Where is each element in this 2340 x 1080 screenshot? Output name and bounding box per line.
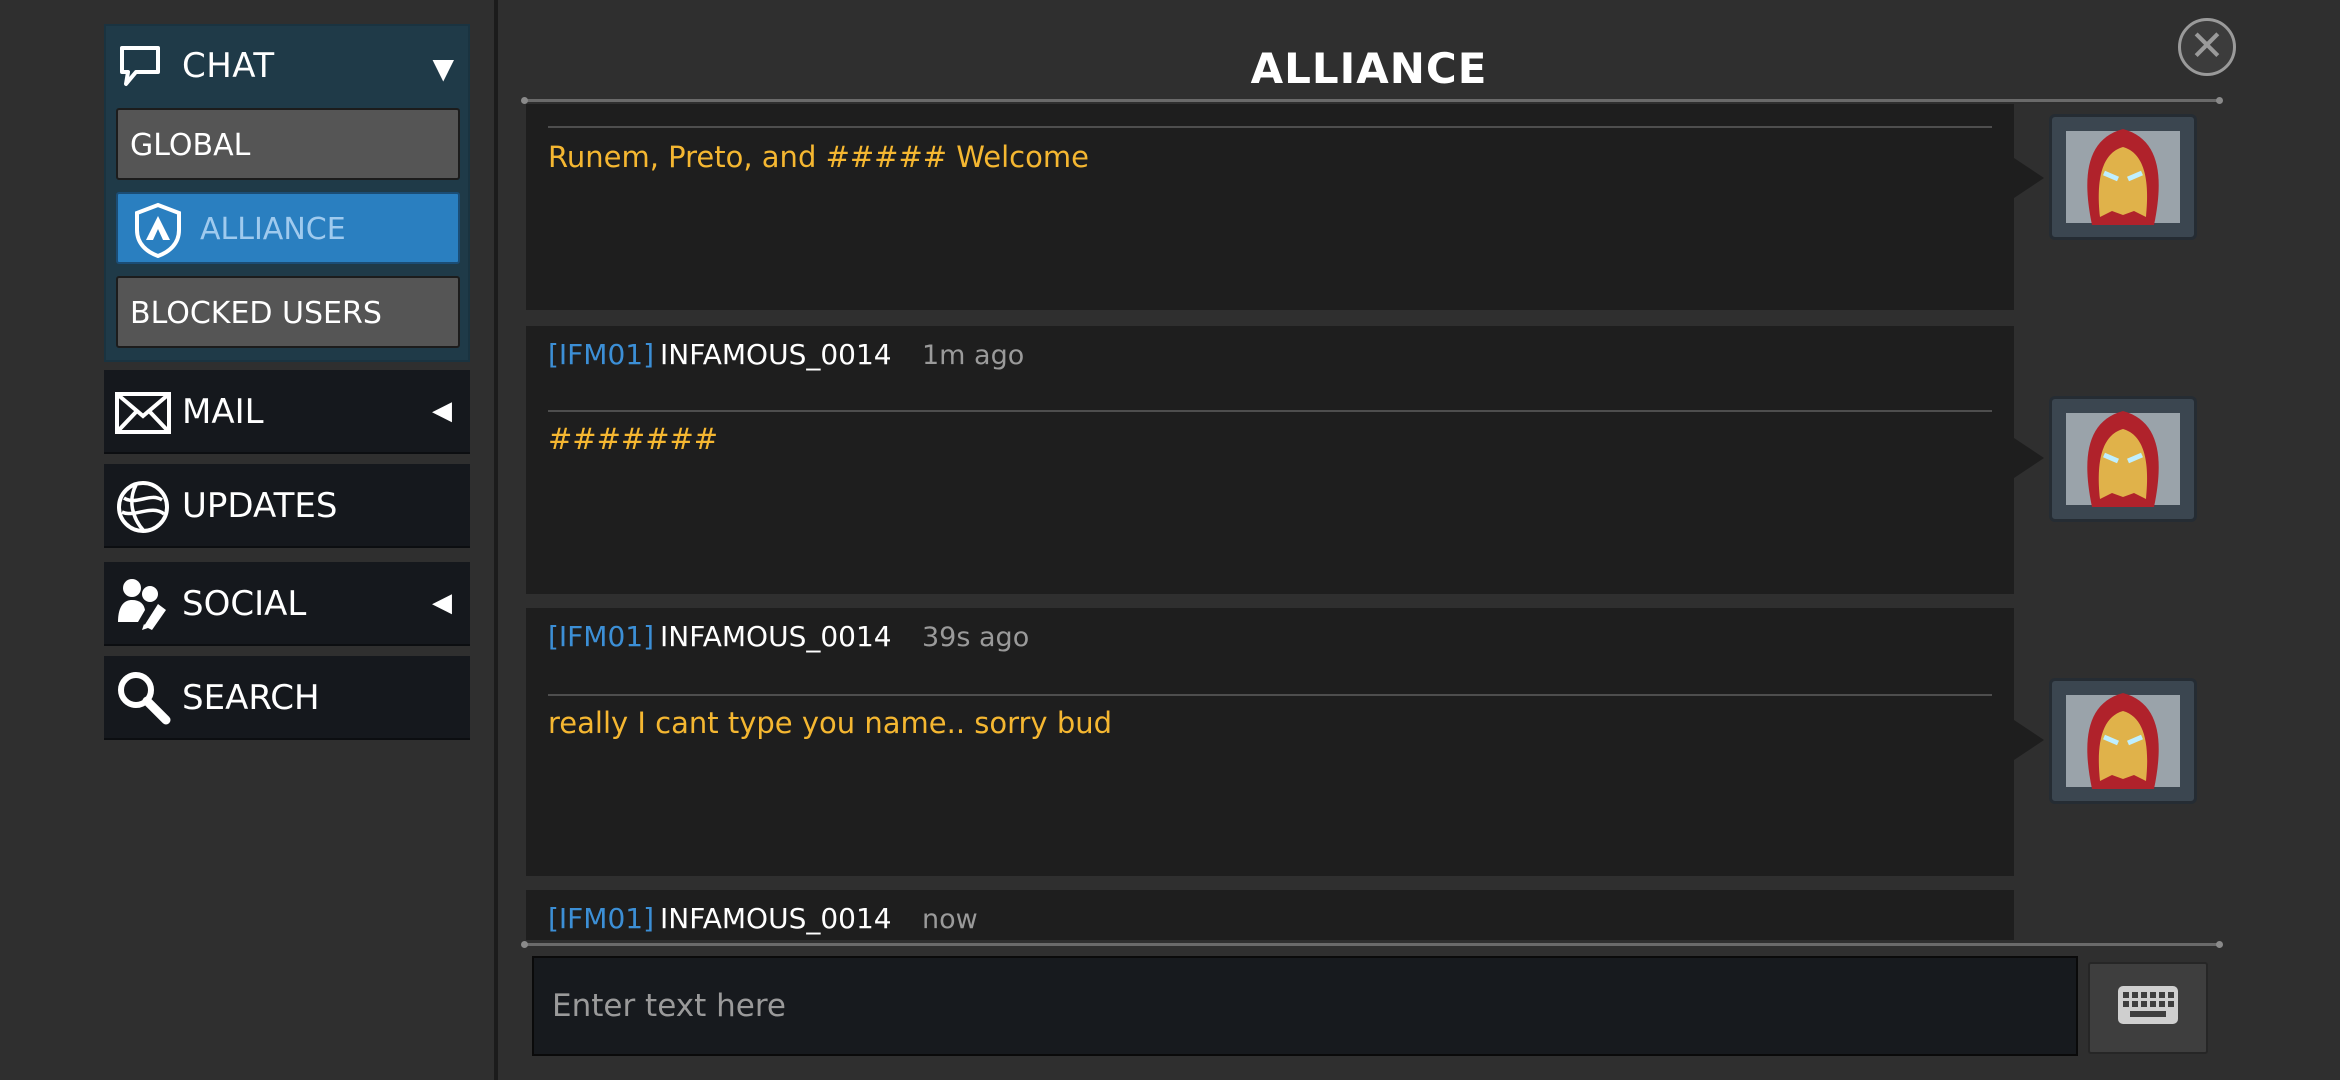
sidebar-divider	[494, 0, 498, 1080]
chat-global-button[interactable]: GLOBAL	[116, 108, 460, 180]
alliance-tag[interactable]: [IFM01]	[548, 338, 654, 371]
composer-divider	[521, 941, 2223, 948]
chat-alliance-label: ALLIANCE	[200, 212, 346, 247]
chevron-down-icon: ▼	[432, 52, 454, 85]
iron-man-avatar[interactable]	[2049, 114, 2197, 240]
timestamp: 1m ago	[922, 340, 1025, 371]
chat-global-label: GLOBAL	[130, 128, 251, 163]
username[interactable]: INFAMOUS_0014	[660, 902, 892, 935]
message-pointer	[2014, 158, 2044, 198]
message-pointer	[2014, 438, 2044, 478]
timestamp: 39s ago	[922, 622, 1030, 653]
close-icon[interactable]: ✕	[2178, 18, 2236, 76]
nav-updates-label: UPDATES	[182, 486, 338, 526]
alliance-tag[interactable]: [IFM01]	[548, 620, 654, 653]
chat-alliance-button[interactable]: ALLIANCE	[116, 192, 460, 264]
keyboard-icon	[2118, 986, 2178, 1024]
sidebar: CHAT ▼ GLOBAL ALLIANCE BLOCKED USERS MAI…	[0, 0, 495, 1080]
iron-man-avatar[interactable]	[2049, 396, 2197, 522]
chevron-left-icon: ◀	[432, 588, 452, 618]
message-list[interactable]: Runem, Preto, and ##### Welcome [IFM01] …	[526, 104, 2206, 940]
message-text: really I cant type you name.. sorry bud	[548, 706, 1113, 740]
nav-updates[interactable]: UPDATES	[104, 464, 470, 548]
keyboard-button[interactable]	[2088, 962, 2208, 1054]
envelope-icon	[114, 388, 172, 438]
nav-social-label: SOCIAL	[182, 584, 307, 624]
speech-bubble-icon	[118, 44, 162, 88]
page-title: ALLIANCE	[1250, 44, 1488, 93]
message-text: #######	[548, 422, 719, 456]
globe-icon	[114, 481, 172, 533]
chat-label: CHAT	[182, 46, 275, 86]
nav-mail[interactable]: MAIL ◀	[104, 370, 470, 454]
chat-message: [IFM01] INFAMOUS_0014 now	[526, 890, 2014, 940]
message-divider	[548, 126, 1992, 128]
message-input[interactable]	[534, 958, 2076, 1054]
nav-search[interactable]: SEARCH	[104, 656, 470, 740]
message-text: Runem, Preto, and ##### Welcome	[548, 140, 1089, 174]
chat-menu-group: CHAT ▼ GLOBAL ALLIANCE BLOCKED USERS	[104, 24, 470, 362]
header-divider	[521, 97, 2223, 104]
chat-message: [IFM01] INFAMOUS_0014 39s ago really I c…	[526, 608, 2014, 876]
username[interactable]: INFAMOUS_0014	[660, 620, 892, 653]
chat-menu-header[interactable]: CHAT ▼	[106, 26, 468, 106]
chat-blocked-users-button[interactable]: BLOCKED USERS	[116, 276, 460, 348]
nav-mail-label: MAIL	[182, 392, 264, 432]
chat-message: Runem, Preto, and ##### Welcome	[526, 104, 2014, 310]
timestamp: now	[922, 904, 978, 935]
chat-blocked-users-label: BLOCKED USERS	[130, 296, 382, 331]
alliance-shield-icon	[132, 202, 184, 259]
chat-message: [IFM01] INFAMOUS_0014 1m ago #######	[526, 326, 2014, 594]
message-divider	[548, 410, 1992, 412]
message-pointer	[2014, 720, 2044, 760]
iron-man-avatar[interactable]	[2049, 678, 2197, 804]
message-input-box[interactable]	[532, 956, 2078, 1056]
username[interactable]: INFAMOUS_0014	[660, 338, 892, 371]
chevron-left-icon: ◀	[432, 396, 452, 426]
nav-social[interactable]: SOCIAL ◀	[104, 562, 470, 646]
nav-search-label: SEARCH	[182, 678, 320, 718]
message-divider	[548, 694, 1992, 696]
alliance-tag[interactable]: [IFM01]	[548, 902, 654, 935]
people-icon	[114, 579, 172, 630]
magnifier-icon	[114, 672, 172, 725]
